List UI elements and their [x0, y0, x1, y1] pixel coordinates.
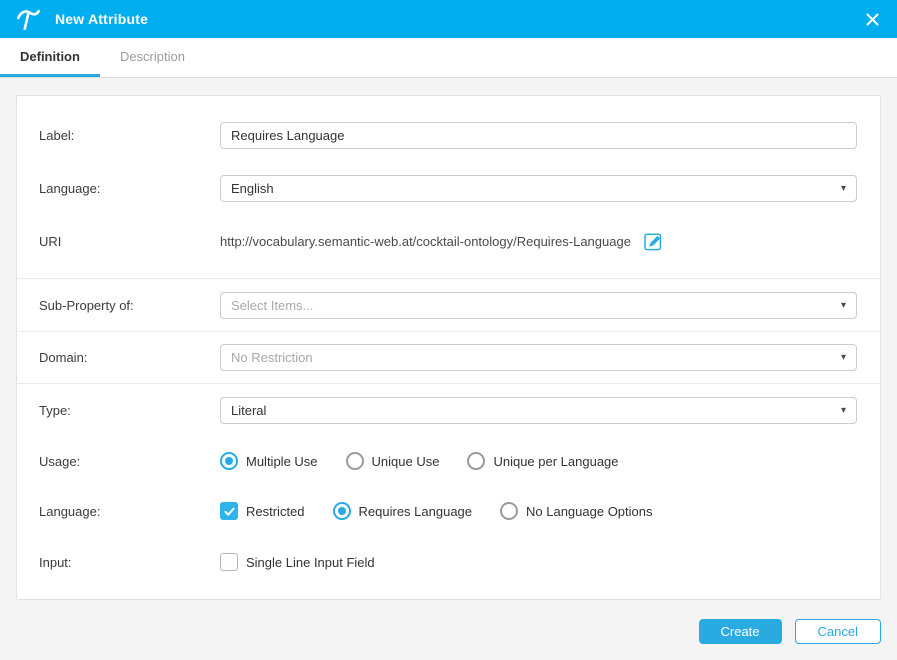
sub-property-field-label: Sub-Property of:: [39, 298, 134, 313]
cancel-button[interactable]: Cancel: [794, 619, 881, 644]
tab-bar: Definition Description: [0, 38, 897, 78]
poolparty-logo-icon: [15, 6, 41, 32]
tab-definition[interactable]: Definition: [0, 38, 100, 77]
type-select-value: Literal: [231, 403, 267, 418]
type-select[interactable]: Literal ▾: [220, 397, 857, 424]
radio-label: Multiple Use: [246, 453, 318, 469]
close-icon[interactable]: [863, 10, 882, 29]
radio-icon: [345, 452, 364, 470]
radio-label: No Language Options: [526, 503, 653, 519]
field-row-domain: Domain: No Restriction ▾: [39, 344, 857, 371]
label-field-label: Label:: [39, 128, 75, 143]
usage-field-label: Usage:: [39, 453, 81, 469]
field-row-label: Label:: [39, 122, 857, 149]
radio-label: Unique per Language: [493, 453, 619, 469]
uri-field-label: URI: [39, 234, 62, 249]
radio-unique-per-language[interactable]: Unique per Language: [467, 452, 619, 470]
field-row-language: Language: English ▾: [39, 175, 857, 202]
language-field-label: Language:: [39, 181, 101, 196]
chevron-down-icon: ▾: [840, 351, 846, 363]
checkbox-restricted[interactable]: Restricted: [220, 502, 305, 520]
sub-property-select-placeholder: Select Items...: [231, 298, 314, 313]
radio-icon: [332, 502, 351, 520]
dialog-body: Label: Language: English ▾ URI http://vo…: [0, 78, 897, 660]
label-input[interactable]: [220, 122, 857, 149]
language-select[interactable]: English ▾: [220, 175, 857, 202]
radio-label: Unique Use: [371, 453, 440, 469]
edit-uri-icon[interactable]: [644, 232, 663, 251]
domain-select[interactable]: No Restriction ▾: [220, 344, 857, 371]
language-options-field-label: Language:: [39, 503, 101, 519]
field-row-language-options: Language: Restricted Requires Language N…: [39, 502, 857, 520]
radio-label: Requires Language: [358, 503, 473, 519]
checkbox-label: Single Line Input Field: [246, 554, 375, 570]
dialog-title: New Attribute: [55, 11, 149, 27]
chevron-down-icon: ▾: [840, 182, 846, 194]
section-divider: [16, 278, 880, 279]
checkbox-single-line-input[interactable]: Single Line Input Field: [220, 553, 375, 571]
domain-field-label: Domain:: [39, 350, 88, 365]
dialog-header: New Attribute: [0, 0, 897, 38]
new-attribute-dialog: New Attribute Definition Description Lab…: [0, 0, 897, 660]
language-select-value: English: [231, 181, 274, 196]
domain-select-placeholder: No Restriction: [231, 350, 313, 365]
section-divider: [16, 383, 880, 384]
create-button[interactable]: Create: [698, 619, 782, 644]
radio-unique-use[interactable]: Unique Use: [345, 452, 440, 470]
field-row-type: Type: Literal ▾: [39, 397, 857, 424]
field-row-usage: Usage: Multiple Use Unique Use Unique pe…: [39, 452, 857, 470]
field-row-sub-property: Sub-Property of: Select Items... ▾: [39, 292, 857, 319]
dialog-footer: Create Cancel: [16, 600, 881, 644]
radio-icon: [467, 452, 486, 470]
field-row-uri: URI http://vocabulary.semantic-web.at/co…: [39, 232, 857, 251]
checkbox-icon: [220, 553, 238, 571]
radio-icon: [500, 502, 519, 520]
tab-description[interactable]: Description: [100, 38, 205, 77]
sub-property-select[interactable]: Select Items... ▾: [220, 292, 857, 319]
chevron-down-icon: ▾: [840, 299, 846, 311]
input-field-label: Input:: [39, 554, 72, 570]
uri-value: http://vocabulary.semantic-web.at/cockta…: [220, 234, 631, 249]
radio-icon: [220, 452, 238, 470]
radio-multiple-use[interactable]: Multiple Use: [220, 452, 318, 470]
field-row-input: Input: Single Line Input Field: [39, 553, 857, 571]
radio-requires-language[interactable]: Requires Language: [332, 502, 473, 520]
checkbox-icon: [220, 502, 238, 520]
radio-no-language-options[interactable]: No Language Options: [500, 502, 653, 520]
chevron-down-icon: ▾: [840, 404, 846, 416]
checkbox-label: Restricted: [246, 503, 305, 519]
type-field-label: Type:: [39, 403, 71, 418]
section-divider: [16, 331, 880, 332]
form-card: Label: Language: English ▾ URI http://vo…: [16, 95, 881, 600]
